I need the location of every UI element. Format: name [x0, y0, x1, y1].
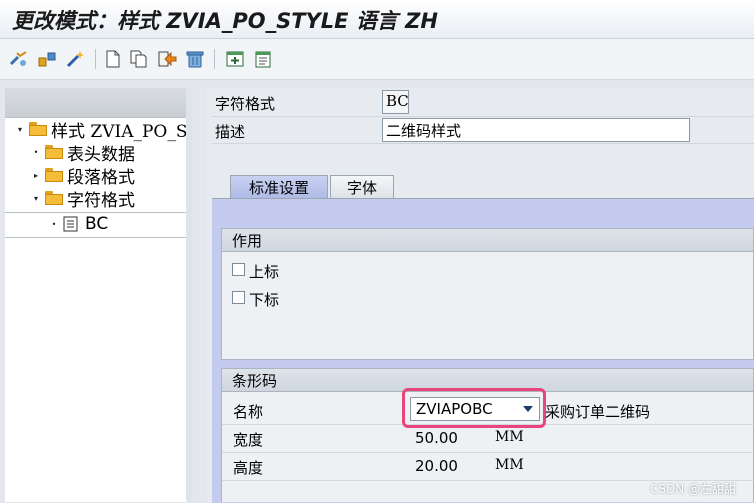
barcode-height-value: 20.00 [415, 457, 458, 475]
dropdown-arrow-icon[interactable] [523, 406, 533, 412]
tree-node-root[interactable]: ▾ 样式 ZVIA_PO_S [15, 118, 188, 142]
folder-open-icon [45, 191, 63, 205]
barcode-height-row [222, 453, 754, 481]
tree-node-label: 段落格式 [67, 167, 135, 188]
new-document-icon[interactable] [102, 48, 124, 70]
folder-open-icon [29, 122, 47, 136]
magic-wand-icon[interactable] [64, 48, 86, 70]
tree-node-paragraph-formats[interactable]: ▸ 段落格式 [31, 164, 135, 188]
char-format-label: 字符格式 [215, 95, 276, 113]
folder-icon [45, 145, 63, 159]
document-window-icon[interactable] [252, 48, 274, 70]
barcode-width-row [222, 425, 754, 453]
barcode-name-value: ZVIAPOBC [416, 400, 493, 418]
tab-standard-settings[interactable]: 标准设置 [230, 175, 328, 199]
description-input[interactable]: 二维码样式 [382, 118, 690, 142]
subscript-checkbox[interactable] [232, 291, 245, 304]
leaf-bullet-icon: • [33, 147, 39, 157]
add-window-icon[interactable] [224, 48, 246, 70]
tree-header [5, 88, 188, 118]
other-object-icon[interactable] [36, 48, 58, 70]
barcode-width-unit: MM [495, 429, 524, 445]
effect-group: 作用 [221, 228, 754, 360]
description-label: 描述 [215, 123, 246, 141]
superscript-label: 上标 [249, 263, 280, 281]
expand-right-icon[interactable]: ▸ [31, 171, 41, 180]
title-bar: 更改模式：样式 ZVIA_PO_STYLE 语言 ZH [0, 0, 754, 39]
toolbar [0, 39, 754, 80]
tree-node-label: 字符格式 [67, 190, 135, 211]
char-format-field: BC [382, 90, 409, 114]
barcode-name-select[interactable]: ZVIAPOBC [410, 397, 540, 421]
transport-icon[interactable] [156, 48, 178, 70]
format-sheet-icon [63, 216, 79, 232]
copy-icon[interactable] [128, 48, 150, 70]
tree-node-header-data[interactable]: • 表头数据 [31, 141, 135, 165]
superscript-checkbox[interactable] [232, 263, 245, 276]
tree-node-bc[interactable]: • BC [49, 213, 109, 235]
tree-node-label: BC [85, 214, 109, 234]
barcode-width-value: 50.00 [415, 429, 458, 447]
leaf-bullet-icon: • [51, 219, 57, 229]
tab-font[interactable]: 字体 [330, 175, 394, 199]
tree-node-character-formats[interactable]: ▾ 字符格式 [31, 187, 135, 211]
char-format-row [212, 90, 754, 117]
display-change-icon[interactable] [8, 48, 30, 70]
effect-group-title: 作用 [222, 229, 753, 252]
style-tree-panel: ▾ 样式 ZVIA_PO_S • 表头数据 ▸ 段落格式 ▾ 字符格式 • BC [5, 88, 189, 502]
barcode-name-description: 采购订单二维码 [545, 403, 651, 421]
expand-icon[interactable]: ▾ [15, 125, 25, 134]
folder-icon [45, 168, 63, 182]
watermark: CSDN @左甜甜 [650, 482, 737, 496]
subscript-label: 下标 [249, 291, 280, 309]
tree-node-label: 样式 ZVIA_PO_S [51, 121, 188, 142]
splitter[interactable] [186, 88, 192, 502]
barcode-height-unit: MM [495, 457, 524, 473]
window-title: 更改模式：样式 ZVIA_PO_STYLE 语言 ZH [12, 9, 438, 33]
barcode-name-label: 名称 [233, 403, 264, 421]
barcode-height-label: 高度 [233, 459, 264, 477]
delete-icon[interactable] [184, 48, 206, 70]
collapse-icon[interactable]: ▾ [31, 194, 41, 203]
barcode-width-label: 宽度 [233, 431, 264, 449]
tree-node-label: 表头数据 [67, 144, 135, 165]
